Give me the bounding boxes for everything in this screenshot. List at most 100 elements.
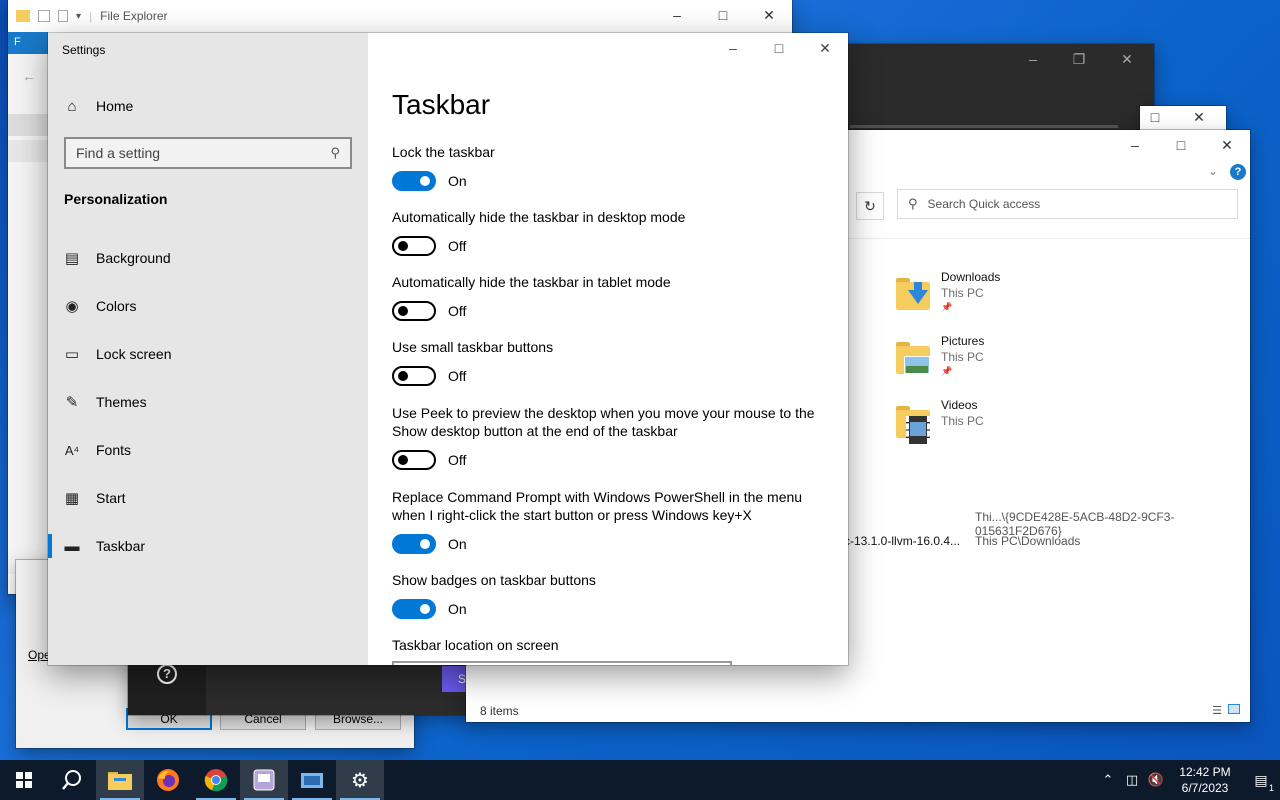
peek-toggle[interactable] <box>392 450 436 470</box>
search-quick-access-input[interactable]: ⚲ Search Quick access <box>897 189 1238 219</box>
maximize-button[interactable]: □ <box>1140 104 1170 130</box>
toggle-state: Off <box>448 368 467 384</box>
setting-autohide-tablet: Automatically hide the taskbar in tablet… <box>392 273 832 321</box>
nav-lock-screen[interactable]: ▭ Lock screen <box>48 334 368 374</box>
dark-window[interactable]: – ❐ ✕ <box>830 44 1154 130</box>
help-icon[interactable]: ? <box>1230 164 1246 180</box>
nav-item[interactable] <box>8 140 48 162</box>
app-window-button[interactable] <box>240 760 288 800</box>
clock[interactable]: 12:42 PM 6/7/2023 <box>1168 764 1242 796</box>
badges-toggle[interactable] <box>392 599 436 619</box>
pin-icon: 📌 <box>941 302 953 312</box>
start-button[interactable] <box>0 760 48 800</box>
app-title: Settings <box>62 43 106 57</box>
chevron-up-icon[interactable]: ⌃ <box>1096 772 1120 788</box>
nav-label: Themes <box>96 394 147 410</box>
setting-label: Replace Command Prompt with Windows Powe… <box>392 489 803 523</box>
scrollbar-track[interactable] <box>850 125 1118 128</box>
large-icons-view-icon[interactable] <box>1228 704 1240 714</box>
details-view-icon[interactable]: ☰ <box>1212 704 1222 717</box>
background-icon: ▤ <box>64 250 80 267</box>
background-window-slice[interactable]: □ ✕ <box>1140 106 1226 132</box>
quick-access-item-videos[interactable]: Videos This PC <box>894 398 1194 454</box>
maximize-icon: □ <box>718 7 728 23</box>
gear-icon: ⚙ <box>351 769 369 792</box>
chrome-app[interactable] <box>192 760 240 800</box>
close-button[interactable]: ✕ <box>746 0 792 30</box>
ribbon-file-tab[interactable]: F <box>8 32 48 54</box>
videos-folder-icon <box>894 404 934 444</box>
pin-icon: 📌 <box>941 366 953 376</box>
quick-access-item-pictures[interactable]: Pictures This PC 📌 <box>894 334 1194 390</box>
nav-colors[interactable]: ◉ Colors <box>48 286 368 326</box>
autohide-desktop-toggle[interactable] <box>392 236 436 256</box>
maximize-icon: □ <box>1150 109 1160 125</box>
setting-label: Show badges on taskbar buttons <box>392 572 596 588</box>
nav-item-selected[interactable] <box>8 114 48 136</box>
nav-home[interactable]: ⌂ Home <box>48 86 368 126</box>
minimize-button[interactable]: – <box>1112 130 1158 160</box>
search-icon: ⚲ <box>908 196 918 211</box>
settings-window[interactable]: Settings ⌂ Home Find a setting ⚲ Persona… <box>48 33 848 665</box>
small-buttons-toggle[interactable] <box>392 366 436 386</box>
setting-peek: Use Peek to preview the desktop when you… <box>392 404 832 470</box>
search-button[interactable] <box>48 760 96 800</box>
quick-access-toolbar-icon[interactable] <box>38 10 50 22</box>
firefox-app[interactable] <box>144 760 192 800</box>
close-icon: ✕ <box>1121 50 1133 67</box>
taskbar-location-dropdown[interactable] <box>392 661 732 665</box>
control-panel-icon <box>301 773 323 788</box>
customize-toolbar-chevron-icon[interactable]: ▾ <box>76 11 81 22</box>
close-icon: ✕ <box>1193 108 1205 125</box>
item-location: This PC <box>941 350 984 364</box>
colors-icon: ◉ <box>65 298 79 315</box>
recent-file-name[interactable]: c-13.1.0-llvm-16.0.4... <box>844 534 960 548</box>
network-icon[interactable]: ◫ <box>1120 772 1144 788</box>
item-name: Pictures <box>941 334 985 348</box>
back-arrow-icon[interactable]: ← <box>22 68 36 84</box>
window-title: File Explorer <box>100 9 168 23</box>
help-icon[interactable]: ? <box>157 664 177 684</box>
downloads-folder-icon <box>894 276 934 314</box>
notification-icon: ▤ <box>1254 771 1268 788</box>
close-button[interactable]: ✕ <box>1104 44 1150 74</box>
expand-ribbon-chevron-icon[interactable]: ⌄ <box>1208 164 1218 178</box>
nav-taskbar[interactable]: ▬ Taskbar <box>48 526 368 566</box>
close-button[interactable]: ✕ <box>1184 104 1214 130</box>
section-heading: Personalization <box>64 191 168 207</box>
volume-muted-icon[interactable]: 🔇 <box>1144 772 1168 788</box>
nav-start[interactable]: ▦ Start <box>48 478 368 518</box>
taskbar: ⚙ ⌃ ◫ 🔇 12:42 PM 6/7/2023 ▤ 1 <box>0 760 1280 800</box>
quick-access-item-downloads[interactable]: Downloads This PC 📌 <box>894 270 1194 326</box>
find-setting-input[interactable]: Find a setting ⚲ <box>64 137 352 169</box>
folder-icon <box>108 772 132 790</box>
new-folder-icon[interactable] <box>58 10 68 22</box>
recent-file-path[interactable]: This PC\Downloads <box>975 534 1080 548</box>
restore-button[interactable]: ❐ <box>1056 44 1102 74</box>
nav-label: Colors <box>96 298 137 314</box>
lock-taskbar-toggle[interactable] <box>392 171 436 191</box>
autohide-tablet-toggle[interactable] <box>392 301 436 321</box>
minimize-button[interactable]: – <box>654 0 700 30</box>
start-icon: ▦ <box>64 490 80 507</box>
settings-app[interactable]: ⚙ <box>336 760 384 800</box>
taskbar-icon: ▬ <box>64 537 80 555</box>
maximize-button[interactable]: □ <box>700 0 746 30</box>
setting-label: Use Peek to preview the desktop when you… <box>392 405 815 439</box>
nav-themes[interactable]: ✎ Themes <box>48 382 368 422</box>
minimize-button[interactable]: – <box>1010 44 1056 74</box>
powershell-toggle[interactable] <box>392 534 436 554</box>
file-explorer-app[interactable] <box>96 760 144 800</box>
action-center-button[interactable]: ▤ 1 <box>1242 771 1280 793</box>
setting-label: Taskbar location on screen <box>392 637 559 653</box>
settings-navigation: Settings ⌂ Home Find a setting ⚲ Persona… <box>48 33 368 665</box>
control-panel-button[interactable] <box>288 760 336 800</box>
close-button[interactable]: ✕ <box>1204 130 1250 160</box>
maximize-button[interactable]: □ <box>1158 130 1204 160</box>
status-bar-text: 8 items <box>480 704 519 718</box>
setting-badges: Show badges on taskbar buttons On <box>392 571 832 619</box>
nav-background[interactable]: ▤ Background <box>48 238 368 278</box>
toggle-state: On <box>448 173 467 189</box>
nav-fonts[interactable]: A⁴ Fonts <box>48 430 368 470</box>
refresh-button[interactable]: ↻ <box>856 192 884 220</box>
